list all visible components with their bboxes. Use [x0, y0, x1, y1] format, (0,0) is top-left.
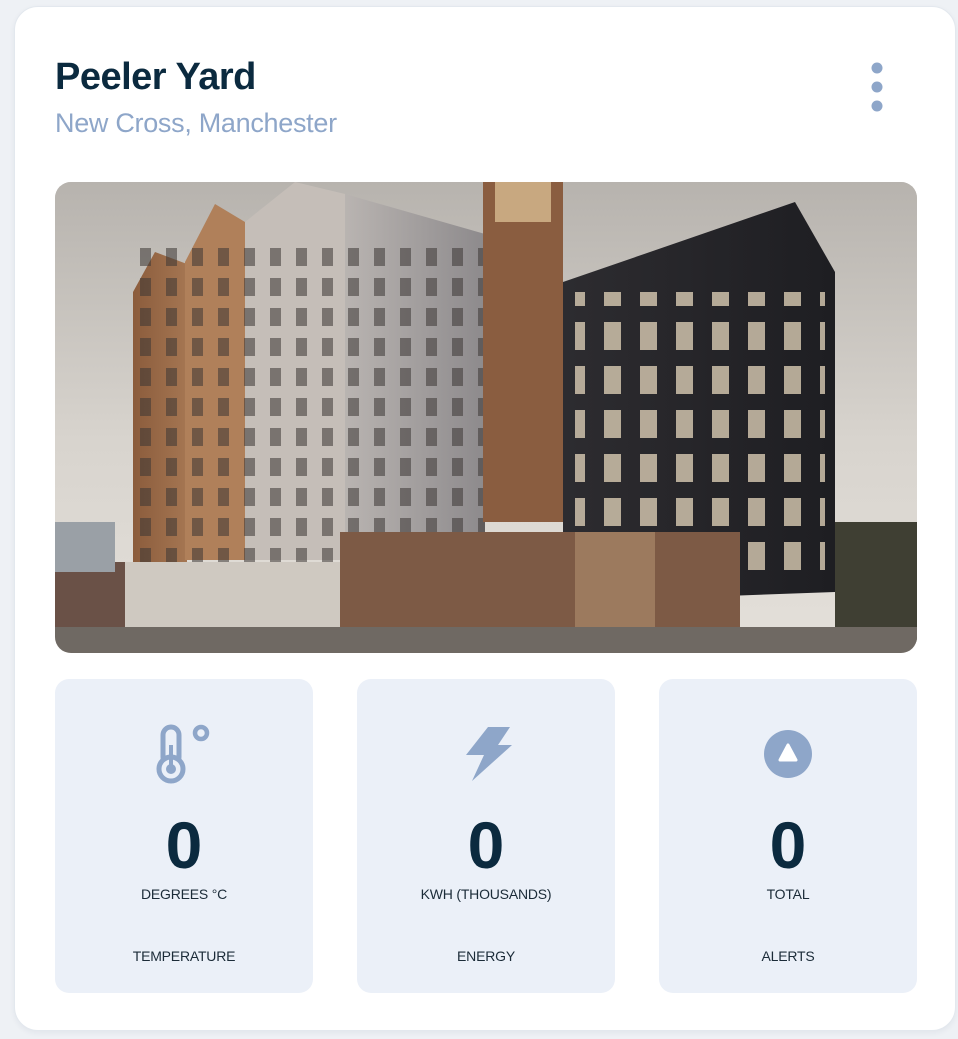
thermometer-icon [156, 724, 210, 784]
lightning-bolt-icon [466, 727, 512, 781]
energy-tile[interactable]: 0 KWH (THOUSANDS) ENERGY [357, 679, 615, 993]
energy-icon-wrap [456, 723, 516, 785]
vertical-dots-icon [871, 62, 883, 112]
temperature-value: 0 [165, 808, 203, 882]
energy-value: 0 [467, 808, 505, 882]
energy-label: ENERGY [457, 948, 515, 964]
property-photo [55, 182, 917, 653]
temperature-tile[interactable]: 0 DEGREES °C TEMPERATURE [55, 679, 313, 993]
property-card: Peeler Yard New Cross, Manchester 0 DEGR… [14, 6, 956, 1031]
more-options-button[interactable] [861, 59, 893, 121]
alerts-tile[interactable]: 0 TOTAL ALERTS [659, 679, 917, 993]
alert-triangle-icon [764, 730, 812, 778]
alerts-icon-wrap [758, 723, 818, 785]
alerts-unit: TOTAL [766, 886, 810, 902]
property-location: New Cross, Manchester [55, 108, 337, 138]
property-name: Peeler Yard [55, 56, 256, 98]
temperature-unit: DEGREES °C [140, 886, 228, 902]
stats-row: 0 DEGREES °C TEMPERATURE 0 KWH (THOUSAND… [55, 679, 917, 993]
alerts-label: ALERTS [761, 948, 815, 964]
temperature-label: TEMPERATURE [132, 948, 236, 964]
alerts-value: 0 [769, 808, 807, 882]
temperature-icon-wrap [154, 723, 214, 785]
energy-unit: KWH (THOUSANDS) [420, 886, 552, 902]
